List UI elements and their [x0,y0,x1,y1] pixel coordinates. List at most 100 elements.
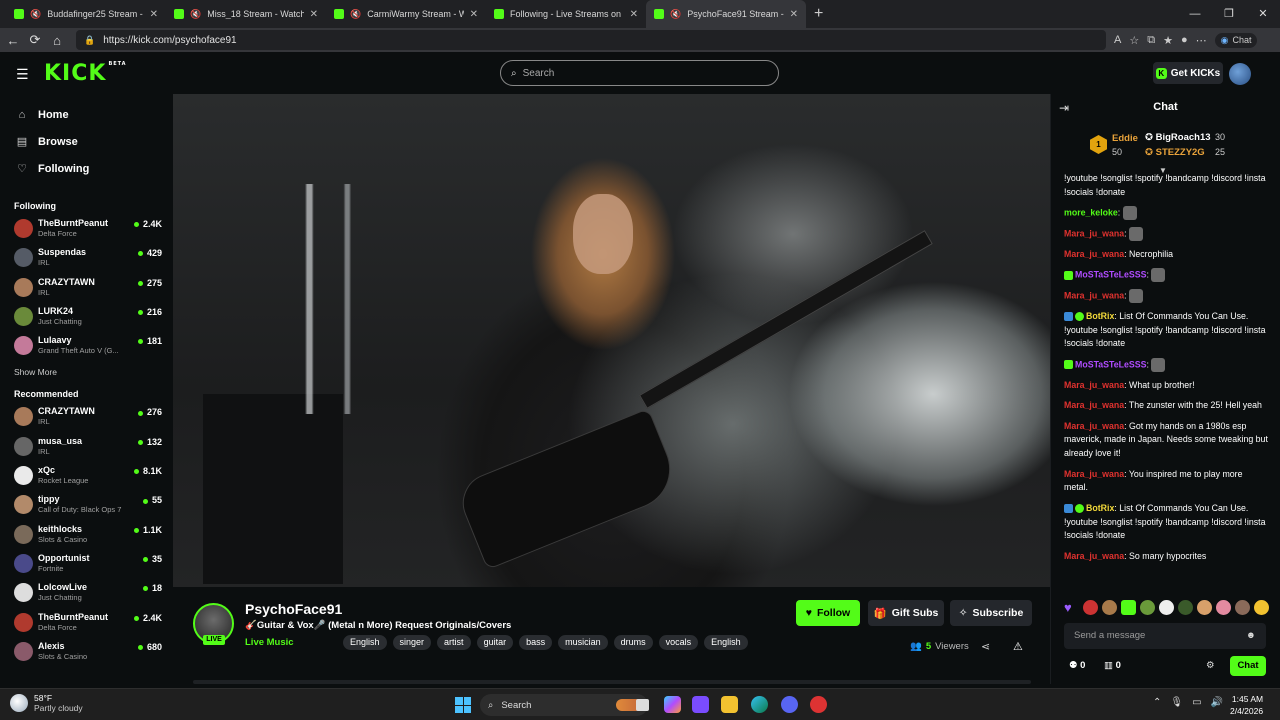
close-tab-icon[interactable]: ✕ [150,9,158,20]
close-tab-icon[interactable]: ✕ [790,9,798,20]
sidebar-nav-browse[interactable]: ▤ Browse [0,128,172,155]
stream-tag[interactable]: musician [558,635,608,650]
chat-username[interactable]: BotRix [1086,311,1114,321]
chat-username[interactable]: Mara_ju_wana [1064,551,1124,561]
chat-username[interactable]: Mara_ju_wana [1064,400,1124,410]
favorite-star-icon[interactable]: ☆ [1129,34,1139,47]
following-channel[interactable]: TheBurntPeanut Delta Force 2.4K [0,214,172,243]
browser-tab[interactable]: Following - Live Streams on Kick✕ [486,0,646,28]
leaderboard-third[interactable]: ✪ STEZZY2G [1145,147,1205,158]
video-player[interactable] [173,94,1050,587]
user-avatar[interactable] [1229,63,1251,85]
menu-icon[interactable]: ☰ [16,66,29,83]
network-icon[interactable]: ▭ [1192,697,1201,708]
discord-icon[interactable] [781,696,798,713]
home-icon[interactable]: ⌂ [46,33,68,48]
following-channel[interactable]: LURK24 Just Chatting 216 [0,302,172,331]
browser-tab[interactable]: 🔇CarmiWarmy Stream - Watch✕ [326,0,486,28]
recommended-channel[interactable]: keithlocks Slots & Casino 1.1K [0,520,172,549]
app-icon[interactable] [810,696,827,713]
muted-speaker-icon[interactable]: 🔇 [350,9,361,20]
close-window-icon[interactable]: ✕ [1246,0,1280,28]
show-more-link[interactable]: Show More [0,362,172,382]
following-channel[interactable]: CRAZYTAWN IRL 275 [0,273,172,302]
chat-username[interactable]: MoSTaSTeLeSSS [1075,359,1147,369]
chat-username[interactable]: more_keloke [1064,208,1118,218]
browser-tab[interactable]: 🔇Buddafinger25 Stream - Watch✕ [6,0,166,28]
profile-icon[interactable]: ● [1181,34,1188,46]
kick-logo[interactable]: KICK BETA [44,61,127,86]
leaderboard-first-name[interactable]: Eddie [1112,133,1138,144]
emote-icon[interactable] [1178,600,1193,615]
back-icon[interactable]: ← [2,33,24,48]
search-input[interactable]: ⌕ Search [500,60,779,86]
emote-icon[interactable] [1254,600,1269,615]
muted-speaker-icon[interactable]: 🔇 [670,9,681,20]
emote-icon[interactable] [1121,600,1136,615]
recommended-channel[interactable]: xQc Rocket League 8.1K [0,461,172,490]
task-view-icon[interactable] [636,699,649,711]
recommended-channel[interactable]: TheBurntPeanut Delta Force 2.4K [0,608,172,637]
stream-tag[interactable]: bass [519,635,553,650]
subscribe-button[interactable]: ✧ Subscribe [950,600,1032,626]
minimize-icon[interactable]: — [1178,0,1212,28]
follow-button[interactable]: ♥ Follow [796,600,860,626]
chat-send-button[interactable]: Chat [1230,656,1266,676]
leaderboard-second[interactable]: ✪ BigRoach13 [1145,132,1211,143]
restore-icon[interactable]: ❐ [1212,0,1246,28]
microphone-icon[interactable]: 🎙 [1170,697,1183,708]
sidebar-nav-home[interactable]: ⌂ Home [0,101,172,128]
muted-speaker-icon[interactable]: 🔇 [190,9,201,20]
streamer-name[interactable]: PsychoFace91 [245,601,342,617]
emote-icon[interactable] [1216,600,1231,615]
chat-message-input[interactable]: Send a message ☻ [1064,623,1266,649]
browser-tab-active[interactable]: 🔇PsychoFace91 Stream - Watch✕ [646,0,806,28]
chat-username[interactable]: Mara_ju_wana [1064,291,1124,301]
system-clock[interactable]: 1:45 AM 2/4/2026 [1230,693,1263,717]
copilot-chat-button[interactable]: ◉ Chat [1214,32,1258,48]
emote-icon[interactable] [1083,600,1098,615]
refresh-icon[interactable]: ⟳ [24,32,46,48]
chat-username[interactable]: Mara_ju_wana [1064,380,1124,390]
chat-username[interactable]: BotRix [1086,503,1114,513]
close-tab-icon[interactable]: ✕ [310,9,318,20]
stream-tag[interactable]: English [343,635,387,650]
share-icon[interactable]: ⋖ [981,640,990,653]
recommended-channel[interactable]: Alexis Slots & Casino 680 [0,637,172,666]
kicks-points[interactable]: ⚉ 0 [1069,660,1085,671]
stream-category-link[interactable]: Live Music [245,637,294,648]
volume-icon[interactable]: 🔊 [1211,697,1223,708]
report-icon[interactable]: ⚠ [1013,640,1023,653]
gift-subs-button[interactable]: 🎁 Gift Subs [868,600,944,626]
file-explorer-icon[interactable] [721,696,738,713]
browser-tab[interactable]: 🔇Miss_18 Stream - Watch Live o✕ [166,0,326,28]
copilot-app-icon[interactable] [664,696,681,713]
extensions-icon[interactable]: ⧉ [1147,34,1155,47]
following-channel[interactable]: Lulaavy Grand Theft Auto V (G... 181 [0,331,172,360]
emote-icon[interactable] [1159,600,1174,615]
edge-icon[interactable] [751,696,768,713]
emote-heart-icon[interactable]: ♥ [1064,600,1079,615]
tray-chevron-icon[interactable]: ⌃ [1153,697,1161,708]
get-kicks-button[interactable]: K Get KICKs [1153,62,1223,84]
following-channel[interactable]: Suspendas IRL 429 [0,243,172,272]
chat-username[interactable]: Mara_ju_wana [1064,228,1124,238]
chat-username[interactable]: MoSTaSTeLeSSS [1075,270,1147,280]
sidebar-nav-following[interactable]: ♡ Following [0,155,172,182]
emote-icon[interactable] [1197,600,1212,615]
recommended-channel[interactable]: tippy Call of Duty: Black Ops 7 55 [0,490,172,519]
windows-start-icon[interactable] [455,697,471,713]
emote-icon[interactable] [1235,600,1250,615]
close-tab-icon[interactable]: ✕ [630,9,638,20]
stream-tag[interactable]: vocals [658,635,699,650]
chat-username[interactable]: Mara_ju_wana [1064,249,1124,259]
stream-tag[interactable]: guitar [476,635,514,650]
url-field[interactable]: 🔒 https://kick.com/psychoface91 [76,30,1106,50]
stream-tag[interactable]: artist [437,635,471,650]
weather-widget[interactable]: 58°F Partly cloudy [10,693,83,713]
recommended-channel[interactable]: CRAZYTAWN IRL 276 [0,402,172,431]
muted-speaker-icon[interactable]: 🔇 [30,9,41,20]
chat-username[interactable]: Mara_ju_wana [1064,421,1124,431]
stream-tag[interactable]: singer [392,635,432,650]
stream-tag[interactable]: drums [613,635,653,650]
